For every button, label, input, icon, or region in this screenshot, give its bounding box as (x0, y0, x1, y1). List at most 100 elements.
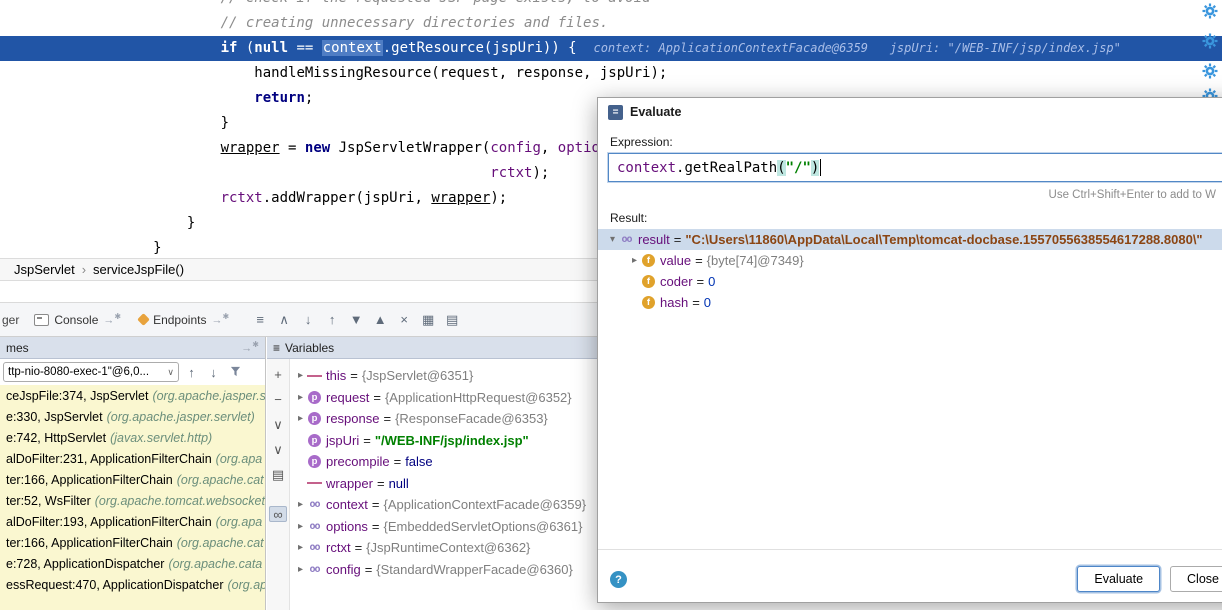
result-tree: ▾ooresult="C:\Users\11860\AppData\Local\… (598, 229, 1222, 313)
toolbar-icon[interactable]: ↑ (320, 312, 344, 327)
arrow-x-icon[interactable]: →✱ (103, 312, 121, 327)
var-icon: oo (307, 562, 322, 577)
value-icon (307, 368, 322, 383)
dialog-separator (598, 549, 1222, 550)
watch-toolbar-icon[interactable]: − (269, 392, 287, 408)
variable-value: {StandardWrapperFacade@6360} (376, 562, 573, 577)
evaluate-dialog-titlebar[interactable]: = Evaluate (598, 98, 1222, 126)
toolbar-icon[interactable]: ▲ (368, 312, 392, 327)
toolbar-icon[interactable]: ▤ (440, 312, 464, 328)
variable-row[interactable]: ▸oorctxt={JspRuntimeContext@6362} (290, 537, 600, 559)
breadcrumb-separator: › (82, 262, 86, 277)
variable-row[interactable]: ▸oocontext={ApplicationContextFacade@635… (290, 494, 600, 516)
tab-debugger-cut[interactable]: ger (0, 313, 25, 327)
expression-input[interactable]: context.getRealPath("/") (608, 153, 1222, 182)
variable-row[interactable]: ▸oooptions={EmbeddedServletOptions@6361} (290, 516, 600, 538)
ide-debug-window: // Check if the requested JSP page exist… (0, 0, 1222, 610)
result-child-row[interactable]: fcoder=0 (598, 271, 1222, 292)
frames-panel: mes →✱ ttp-nio-8080-exec-1"@6,0... ∨ ↑ ↓… (0, 337, 266, 610)
help-icon[interactable]: ? (610, 571, 627, 588)
param-icon: p (307, 454, 322, 469)
twisty-icon[interactable]: ▸ (628, 255, 641, 266)
result-child-row[interactable]: fhash=0 (598, 292, 1222, 313)
frame-row[interactable]: ter:166, ApplicationFilterChain(org.apac… (0, 532, 265, 553)
variable-row[interactable]: pjspUri="/WEB-INF/jsp/index.jsp" (290, 430, 600, 452)
variables-header: ≡ Variables (267, 337, 600, 359)
toolbar-icon[interactable]: ▦ (416, 312, 440, 328)
twisty-icon[interactable]: ▾ (606, 234, 619, 245)
frame-row[interactable]: essRequest:470, ApplicationDispatcher(or… (0, 574, 265, 595)
frames-header-label[interactable]: mes (6, 341, 29, 355)
var-icon: oo (619, 232, 634, 247)
variable-value: null (389, 476, 409, 491)
twisty-icon[interactable]: ▸ (294, 564, 307, 575)
toolbar-icon[interactable]: ↓ (296, 312, 320, 327)
variable-row[interactable]: wrapper=null (290, 473, 600, 495)
variable-row[interactable]: ▸prequest={ApplicationHttpRequest@6352} (290, 387, 600, 409)
evaluate-dialog: = Evaluate Expression: context.getRealPa… (597, 97, 1222, 603)
gear-icon[interactable] (1202, 33, 1218, 49)
variable-name: jspUri (326, 433, 359, 448)
twisty-icon[interactable]: ▸ (294, 392, 307, 403)
thread-selector[interactable]: ttp-nio-8080-exec-1"@6,0... ∨ (3, 362, 179, 382)
frame-row[interactable]: e:742, HttpServlet(javax.servlet.http) (0, 427, 265, 448)
close-button[interactable]: Close (1170, 566, 1222, 592)
field-icon: f (641, 295, 656, 310)
tab-endpoints[interactable]: Endpoints→✱ (130, 303, 238, 336)
twisty-icon[interactable]: ▸ (294, 370, 307, 381)
code-line: // Check if the requested JSP page exist… (0, 0, 1222, 11)
arrow-x-icon[interactable]: →✱ (211, 312, 229, 327)
frame-row[interactable] (0, 595, 265, 610)
add-to-watches-hint: Use Ctrl+Shift+Enter to add to W (1049, 189, 1216, 201)
toolbar-icon[interactable]: ▼ (344, 312, 368, 327)
result-child-row[interactable]: ▸fvalue={byte[74]@7349} (598, 250, 1222, 271)
watch-toolbar-icon[interactable]: ▤ (269, 467, 287, 483)
variable-value: {EmbeddedServletOptions@6361} (384, 519, 583, 534)
variable-row[interactable]: pprecompile=false (290, 451, 600, 473)
endpoints-icon (137, 313, 150, 326)
variable-value: "/WEB-INF/jsp/index.jsp" (375, 433, 529, 448)
field-name: hash (660, 295, 688, 310)
menu-icon[interactable]: ≡ (273, 341, 280, 355)
filter-funnel-icon[interactable] (226, 365, 245, 380)
twisty-icon[interactable]: ▸ (294, 542, 307, 553)
frame-row[interactable]: ter:52, WsFilter(org.apache.tomcat.webso… (0, 490, 265, 511)
field-value: {byte[74]@7349} (707, 253, 804, 268)
variable-row[interactable]: ▸ooconfig={StandardWrapperFacade@6360} (290, 559, 600, 581)
frame-row[interactable]: ter:166, ApplicationFilterChain(org.apac… (0, 469, 265, 490)
watch-toolbar-icon[interactable]: + (269, 367, 287, 383)
frame-down-icon[interactable]: ↓ (204, 365, 223, 380)
frames-list: ceJspFile:374, JspServlet(org.apache.jas… (0, 385, 265, 610)
frame-row[interactable]: e:330, JspServlet(org.apache.jasper.serv… (0, 406, 265, 427)
toolbar-icon[interactable]: × (392, 312, 416, 327)
variable-name: rctxt (326, 540, 351, 555)
evaluate-button[interactable]: Evaluate (1077, 566, 1160, 592)
result-row[interactable]: ▾ooresult="C:\Users\11860\AppData\Local\… (598, 229, 1222, 250)
breadcrumb-class[interactable]: JspServlet (14, 262, 75, 277)
arrow-x-icon[interactable]: →✱ (241, 340, 259, 355)
twisty-icon[interactable]: ▸ (294, 521, 307, 532)
show-watches-icon[interactable]: ∞ (269, 506, 287, 522)
frame-row[interactable]: e:728, ApplicationDispatcher(org.apache.… (0, 553, 265, 574)
variable-row[interactable]: ▸presponse={ResponseFacade@6353} (290, 408, 600, 430)
result-children: ▸fvalue={byte[74]@7349}fcoder=0fhash=0 (598, 250, 1222, 313)
gear-icon[interactable] (1202, 3, 1218, 19)
toolbar-icon[interactable]: ≡ (248, 312, 272, 327)
frame-row[interactable]: alDoFilter:231, ApplicationFilterChain(o… (0, 448, 265, 469)
breadcrumb-method[interactable]: serviceJspFile() (93, 262, 184, 277)
twisty-icon[interactable]: ▸ (294, 413, 307, 424)
variable-row[interactable]: ▸this={JspServlet@6351} (290, 365, 600, 387)
watch-toolbar-icon[interactable]: ∨ (269, 417, 287, 433)
frame-row[interactable]: ceJspFile:374, JspServlet(org.apache.jas… (0, 385, 265, 406)
variable-value: {ResponseFacade@6353} (395, 411, 548, 426)
variable-name: config (326, 562, 361, 577)
frame-row[interactable]: alDoFilter:193, ApplicationFilterChain(o… (0, 511, 265, 532)
frame-up-icon[interactable]: ↑ (182, 365, 201, 380)
watch-toolbar-icon[interactable]: ∨ (269, 442, 287, 458)
var-icon: oo (307, 497, 322, 512)
toolbar-icon[interactable]: ∧ (272, 312, 296, 328)
twisty-icon[interactable]: ▸ (294, 499, 307, 510)
tab-console[interactable]: Console→✱ (25, 303, 130, 336)
gear-icon[interactable] (1202, 63, 1218, 79)
console-icon (34, 314, 49, 326)
